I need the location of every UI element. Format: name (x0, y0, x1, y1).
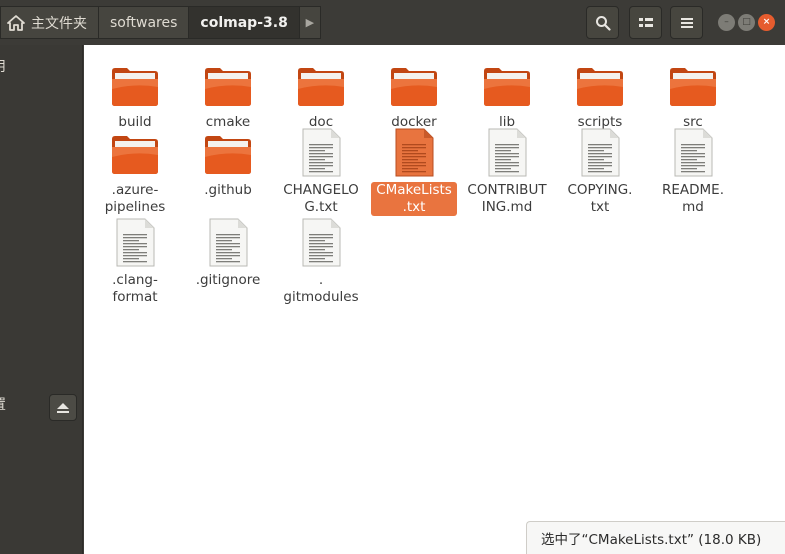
breadcrumb-home[interactable]: 主文件夹 (0, 6, 99, 39)
folder-item[interactable]: .github (182, 127, 274, 199)
folder-item[interactable]: .azure- pipelines (89, 127, 181, 216)
file-item[interactable]: CMakeLists .txt (368, 127, 460, 216)
folder-item[interactable]: lib (461, 59, 553, 131)
sidebar: 用 置 (0, 45, 83, 554)
file-grid: build cmake doc docker lib scripts src .azure- … (84, 45, 785, 554)
file-name-label: README. md (661, 182, 724, 215)
breadcrumb-home-label: 主文件夹 (31, 15, 87, 32)
folder-icon (205, 136, 251, 174)
file-item[interactable]: COPYING. txt (554, 127, 646, 216)
file-item[interactable]: CONTRIBUT ING.md (461, 127, 553, 216)
header-bar: 主文件夹 softwares colmap-3.8 ▶ – □ × (0, 0, 785, 45)
folder-item[interactable]: src (647, 59, 739, 131)
breadcrumb: 主文件夹 softwares colmap-3.8 ▶ (0, 6, 321, 39)
minimize-button[interactable]: – (718, 14, 735, 31)
menu-button[interactable] (670, 6, 703, 39)
text-file-icon (209, 218, 248, 267)
text-file-icon (116, 218, 155, 267)
file-name-label: CHANGELO G.txt (283, 182, 359, 215)
home-icon (7, 14, 25, 31)
folder-item[interactable]: cmake (182, 59, 274, 131)
text-file-icon (488, 128, 527, 177)
close-button[interactable]: × (758, 14, 775, 31)
search-button[interactable] (586, 6, 619, 39)
file-name-label: CMakeLists .txt (371, 182, 457, 216)
eject-icon (57, 402, 69, 413)
folder-icon (670, 68, 716, 106)
file-name-label: .gitignore (195, 272, 261, 288)
file-item[interactable]: .gitignore (182, 217, 274, 289)
file-item[interactable]: . gitmodules (275, 217, 367, 306)
file-name-label: .azure- pipelines (104, 182, 166, 215)
maximize-button[interactable]: □ (738, 14, 755, 31)
folder-item[interactable]: doc (275, 59, 367, 131)
folder-icon (577, 68, 623, 106)
sidebar-item-partial-1[interactable]: 用 (0, 56, 6, 76)
folder-item[interactable]: docker (368, 59, 460, 131)
text-file-icon (302, 218, 341, 267)
file-item[interactable]: README. md (647, 127, 739, 216)
file-item[interactable]: CHANGELO G.txt (275, 127, 367, 216)
file-name-label: .clang- format (112, 272, 158, 305)
folder-icon (205, 68, 251, 106)
folder-icon (112, 68, 158, 106)
text-file-icon (581, 128, 620, 177)
grid-view-icon (638, 17, 653, 27)
hamburger-menu-icon (680, 17, 693, 28)
sidebar-item-partial-2[interactable]: 置 (0, 394, 6, 414)
status-bar: 选中了“CMakeLists.txt” (18.0 KB) (526, 521, 785, 554)
folder-icon (391, 68, 437, 106)
file-item[interactable]: .clang- format (89, 217, 181, 306)
folder-icon (112, 136, 158, 174)
file-name-label: .github (204, 182, 252, 198)
file-name-label: . gitmodules (283, 272, 359, 305)
view-toggle-button[interactable] (629, 6, 662, 39)
eject-button[interactable] (49, 394, 77, 421)
breadcrumb-softwares[interactable]: softwares (98, 6, 190, 39)
text-file-icon (302, 128, 341, 177)
folder-item[interactable]: scripts (554, 59, 646, 131)
folder-icon (484, 68, 530, 106)
folder-icon (298, 68, 344, 106)
folder-item[interactable]: build (89, 59, 181, 131)
search-icon (595, 15, 611, 31)
file-name-label: CONTRIBUT ING.md (467, 182, 547, 215)
breadcrumb-next-arrow[interactable]: ▶ (298, 6, 321, 39)
breadcrumb-colmap[interactable]: colmap-3.8 (188, 6, 300, 39)
file-name-label: COPYING. txt (567, 182, 633, 215)
text-file-icon (674, 128, 713, 177)
text-file-icon (395, 128, 434, 177)
